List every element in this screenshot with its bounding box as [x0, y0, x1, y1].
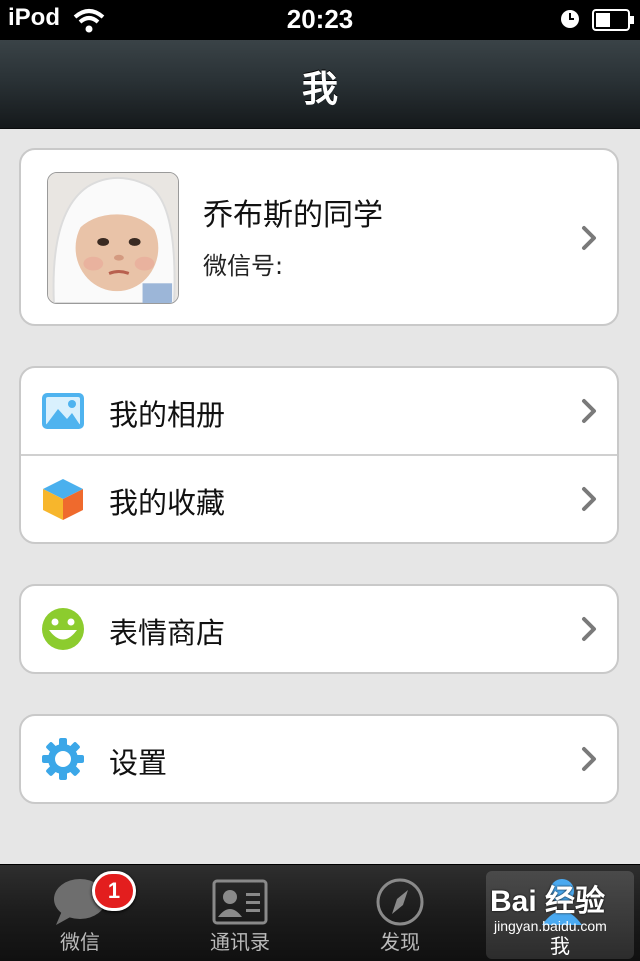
menu-group-personal: 我的相册 我的收藏 — [19, 366, 619, 544]
favorites-box-icon — [43, 479, 83, 520]
profile-card[interactable]: 乔布斯的同学 微信号: — [19, 148, 619, 326]
battery-icon — [592, 9, 634, 31]
tab-chats[interactable]: 1 微信 — [0, 865, 160, 961]
chevron-right-icon — [582, 487, 596, 511]
menu-item-label: 表情商店 — [109, 616, 226, 650]
navigation-bar: 我 — [0, 40, 640, 129]
menu-item-label: 我的收藏 — [109, 486, 226, 520]
menu-item-settings[interactable]: 设置 — [21, 716, 617, 802]
avatar[interactable] — [47, 172, 179, 304]
status-bar: iPod 20:23 — [0, 0, 640, 40]
page-title: 我 — [301, 69, 338, 110]
menu-group-settings: 设置 — [19, 714, 619, 804]
menu-item-label: 我的相册 — [109, 398, 226, 432]
tab-discover[interactable]: 发现 — [320, 865, 480, 961]
chevron-right-icon — [582, 747, 596, 771]
menu-item-label: 设置 — [109, 746, 168, 780]
album-icon — [42, 393, 84, 429]
tab-contacts[interactable]: 通讯录 — [160, 865, 320, 961]
alarm-clock-icon — [561, 10, 579, 28]
gear-icon — [42, 738, 84, 780]
wechat-id-label: 微信号: — [203, 252, 284, 280]
menu-group-stickers: 表情商店 — [19, 584, 619, 674]
tab-label: 发现 — [380, 930, 420, 954]
menu-item-favorites[interactable]: 我的收藏 — [21, 456, 617, 542]
smiley-face-icon — [42, 608, 84, 650]
contacts-card-icon — [212, 879, 268, 925]
avatar-image — [48, 173, 178, 303]
watermark-brand: Bai 经验 — [490, 885, 606, 918]
chevron-right-icon — [582, 617, 596, 641]
chevron-right-icon — [582, 226, 596, 250]
profile-name: 乔布斯的同学 — [203, 198, 383, 233]
baidu-jingyan-watermark: Bai 经验 jingyan.baidu.com — [490, 870, 630, 950]
menu-item-album[interactable]: 我的相册 — [21, 368, 617, 454]
menu-item-sticker-shop[interactable]: 表情商店 — [21, 586, 617, 672]
watermark-url: jingyan.baidu.com — [494, 918, 607, 934]
chevron-right-icon — [582, 399, 596, 423]
unread-badge: 1 — [92, 871, 136, 911]
compass-icon — [376, 878, 424, 926]
tab-label: 微信 — [60, 930, 100, 954]
tab-label: 通讯录 — [210, 930, 270, 954]
status-time: 20:23 — [286, 4, 354, 34]
